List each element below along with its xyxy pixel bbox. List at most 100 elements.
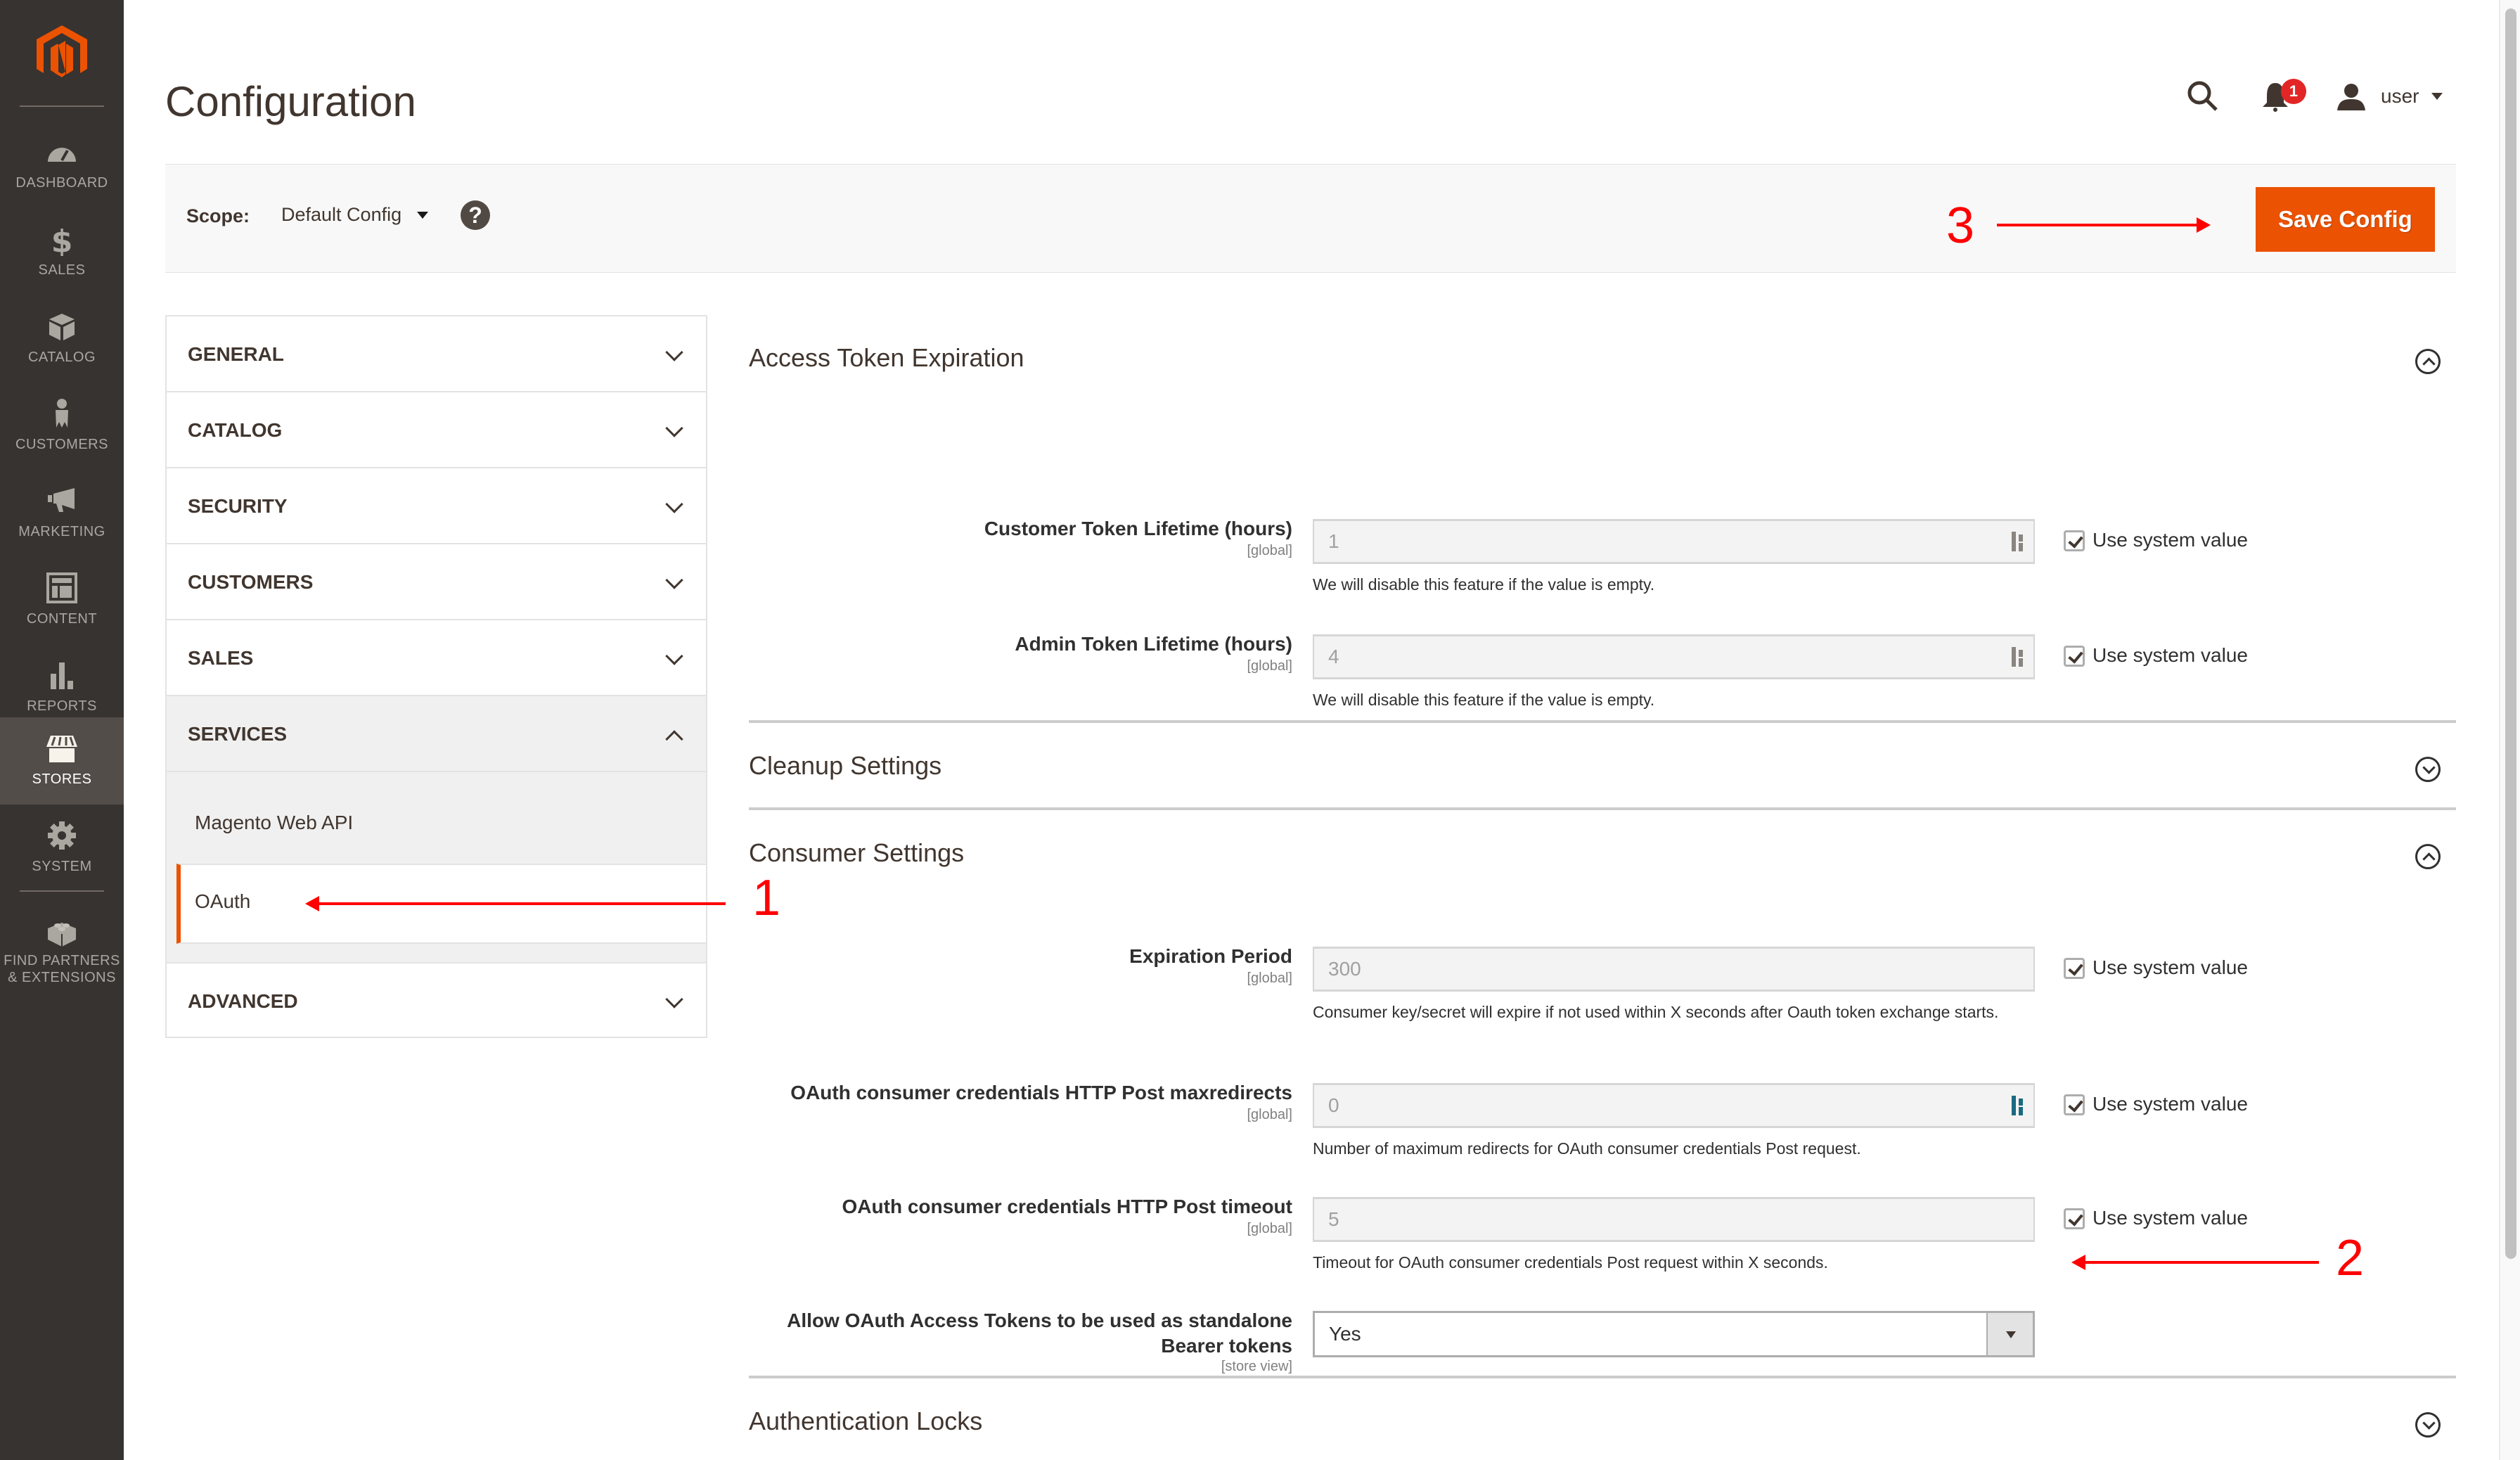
- field-comment: We will disable this feature if the valu…: [1313, 691, 1655, 709]
- use-system-value-checkbox[interactable]: [2064, 1208, 2085, 1229]
- section-authentication-locks[interactable]: Authentication Locks: [749, 1378, 2456, 1460]
- dollar-icon: $: [51, 224, 73, 256]
- tab-label: GENERAL: [188, 343, 284, 365]
- expiration-period-input[interactable]: [1313, 947, 2035, 992]
- field-scope: [store view]: [1221, 1359, 1292, 1374]
- tab-label: CUSTOMERS: [188, 571, 314, 593]
- use-system-value-label[interactable]: Use system value: [2092, 529, 2248, 551]
- chevron-down-icon: [665, 647, 683, 665]
- tab-label: SECURITY: [188, 495, 288, 517]
- dashboard-icon: [48, 148, 76, 162]
- tab-label: SERVICES: [188, 723, 288, 745]
- annotation-number-2: 2: [2336, 1230, 2365, 1286]
- use-system-value-label[interactable]: Use system value: [2092, 644, 2248, 667]
- nav-divider: [20, 105, 104, 107]
- magento-logo-icon[interactable]: [37, 25, 87, 82]
- use-system-value-checkbox[interactable]: [2064, 1094, 2085, 1115]
- use-system-value-label[interactable]: Use system value: [2092, 1207, 2248, 1229]
- tab-sales[interactable]: SALES: [165, 619, 707, 695]
- nav-label: REPORTS: [27, 698, 97, 714]
- collapse-icon[interactable]: [2415, 349, 2441, 374]
- field-label: Admin Token Lifetime (hours): [1015, 633, 1292, 655]
- use-system-value-checkbox[interactable]: [2064, 958, 2085, 979]
- dropdown-arrow-icon[interactable]: [1986, 1313, 2033, 1355]
- post-timeout-input[interactable]: [1313, 1197, 2035, 1242]
- help-icon[interactable]: ?: [461, 200, 490, 230]
- bar-chart-icon: [51, 662, 73, 689]
- use-system-value-checkbox[interactable]: [2064, 530, 2085, 551]
- maxredirects-input[interactable]: [1313, 1083, 2035, 1128]
- layout-icon: [46, 572, 77, 603]
- section-access-token-expiration[interactable]: Access Token Expiration: [749, 315, 2456, 402]
- field-label: Allow OAuth Access Tokens to be used as …: [787, 1309, 1292, 1357]
- use-system-value-checkbox[interactable]: [2064, 646, 2085, 667]
- nav-item-customers[interactable]: CUSTOMERS: [0, 383, 124, 470]
- nav-label: CONTENT: [26, 611, 98, 627]
- chevron-down-icon: [665, 990, 683, 1008]
- collapse-icon[interactable]: [2415, 844, 2441, 869]
- nav-label: SYSTEM: [32, 859, 92, 874]
- expand-icon[interactable]: [2415, 1412, 2441, 1437]
- scope-label: Scope:: [186, 205, 250, 226]
- vertical-scrollbar[interactable]: [2499, 0, 2520, 1460]
- annotation-arrow-right: [1997, 217, 2211, 233]
- password-manager-icon[interactable]: [2012, 532, 2026, 551]
- field-comment: We will disable this feature if the valu…: [1313, 575, 1655, 594]
- tab-advanced[interactable]: ADVANCED: [165, 962, 707, 1038]
- scope-bar: Scope: Default Config ? Save Config: [165, 164, 2456, 273]
- field-scope: [global]: [1247, 658, 1293, 674]
- tab-catalog[interactable]: CATALOG: [165, 391, 707, 467]
- tab-general[interactable]: GENERAL: [165, 315, 707, 391]
- section-title: Cleanup Settings: [749, 751, 942, 780]
- save-config-button[interactable]: Save Config: [2256, 187, 2435, 252]
- field-comment: Timeout for OAuth consumer credentials P…: [1313, 1253, 1828, 1272]
- tab-customers[interactable]: CUSTOMERS: [165, 543, 707, 619]
- nav-label: DASHBOARD: [15, 175, 108, 191]
- tab-services[interactable]: SERVICES: [165, 695, 707, 771]
- gear-icon: [48, 821, 76, 850]
- nav-item-marketing[interactable]: MARKETING: [0, 470, 124, 557]
- admin-sidebar: DASHBOARD $ SALES CATALOG CUSTOMERS MARK…: [0, 0, 124, 1460]
- scrollbar-thumb[interactable]: [2505, 8, 2516, 1259]
- search-icon[interactable]: [2185, 79, 2219, 113]
- chevron-down-icon: [665, 419, 683, 437]
- nav-label: FIND PARTNERS & EXTENSIONS: [4, 953, 120, 985]
- nav-item-sales[interactable]: $ SALES: [0, 208, 124, 295]
- bearer-tokens-select[interactable]: Yes: [1313, 1311, 2035, 1357]
- field-label: Customer Token Lifetime (hours): [984, 518, 1292, 539]
- tab-security[interactable]: SECURITY: [165, 467, 707, 543]
- services-subitems: Magento Web API OAuth: [165, 771, 707, 962]
- chevron-down-icon: [417, 211, 429, 219]
- user-menu[interactable]: user: [2337, 79, 2443, 114]
- chevron-up-icon: [665, 730, 683, 748]
- user-name: user: [2381, 85, 2419, 107]
- expand-icon[interactable]: [2415, 757, 2441, 782]
- section-title: Access Token Expiration: [749, 343, 1024, 372]
- nav-item-catalog[interactable]: CATALOG: [0, 295, 124, 383]
- nav-item-dashboard[interactable]: DASHBOARD: [0, 121, 124, 208]
- blocks-icon: [48, 923, 76, 947]
- nav-label: SALES: [38, 262, 86, 278]
- field-label: OAuth consumer credentials HTTP Post tim…: [842, 1196, 1292, 1217]
- nav-item-system[interactable]: SYSTEM: [0, 805, 124, 892]
- customer-token-lifetime-input[interactable]: [1313, 519, 2035, 564]
- scope-switcher[interactable]: Default Config: [281, 204, 429, 226]
- nav-label: CATALOG: [27, 350, 96, 365]
- box-icon: [49, 314, 75, 340]
- section-cleanup-settings[interactable]: Cleanup Settings: [749, 723, 2456, 807]
- annotation-arrow-left: [2071, 1255, 2319, 1270]
- nav-item-find-partners[interactable]: FIND PARTNERS & EXTENSIONS: [0, 902, 124, 1000]
- password-manager-icon[interactable]: [2012, 1096, 2026, 1115]
- notification-badge[interactable]: 1: [2281, 79, 2306, 104]
- nav-item-content[interactable]: CONTENT: [0, 557, 124, 644]
- section-consumer-settings[interactable]: Consumer Settings: [749, 810, 2456, 897]
- tab-item-magento-web-api[interactable]: Magento Web API: [167, 772, 706, 864]
- annotation-arrow-left: [305, 896, 726, 911]
- password-manager-icon[interactable]: [2012, 647, 2026, 667]
- megaphone-icon: [48, 488, 75, 512]
- use-system-value-label[interactable]: Use system value: [2092, 956, 2248, 979]
- use-system-value-label[interactable]: Use system value: [2092, 1093, 2248, 1115]
- nav-item-stores[interactable]: STORES: [0, 717, 124, 805]
- admin-token-lifetime-input[interactable]: [1313, 634, 2035, 679]
- person-icon: [56, 399, 68, 428]
